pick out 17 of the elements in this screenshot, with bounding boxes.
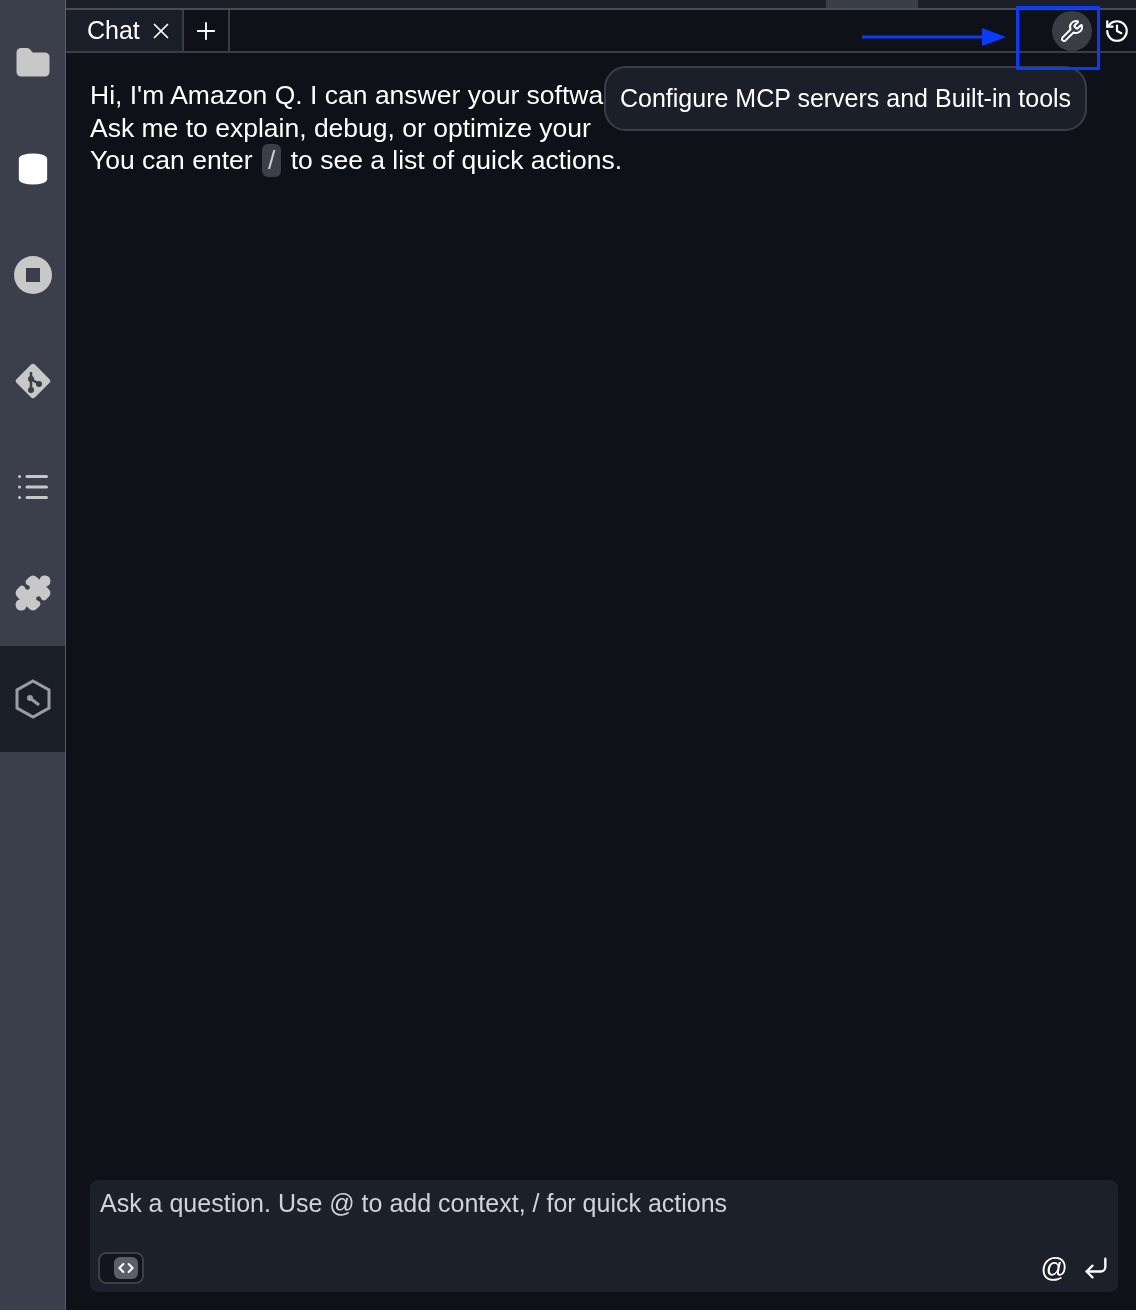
scrollbar-thumb[interactable] bbox=[826, 0, 918, 8]
message-line: You can enter / to see a list of quick actions. bbox=[90, 144, 623, 177]
mention-button[interactable]: @ bbox=[1040, 1252, 1068, 1284]
code-toggle[interactable] bbox=[98, 1252, 144, 1284]
sidebar-item[interactable] bbox=[0, 646, 65, 752]
chat-tab[interactable]: Chat bbox=[66, 10, 184, 51]
tools-button[interactable] bbox=[1052, 10, 1092, 51]
wrench-icon bbox=[1060, 18, 1084, 43]
history-icon bbox=[1104, 17, 1130, 44]
stop-icon bbox=[12, 255, 53, 295]
puzzle-icon bbox=[13, 574, 52, 612]
code-icon bbox=[118, 1260, 134, 1276]
tab-label: Chat bbox=[87, 16, 140, 45]
message-line: Hi, I'm Amazon Q. I can answer your softwa bbox=[90, 79, 604, 112]
message-line: Ask me to explain, debug, or optimize your bbox=[90, 111, 591, 144]
chat-input[interactable]: Ask a question. Use @ to add context, / for quick actions @ bbox=[90, 1180, 1118, 1292]
tooltip: Configure MCP servers and Built-in tools bbox=[604, 66, 1088, 131]
